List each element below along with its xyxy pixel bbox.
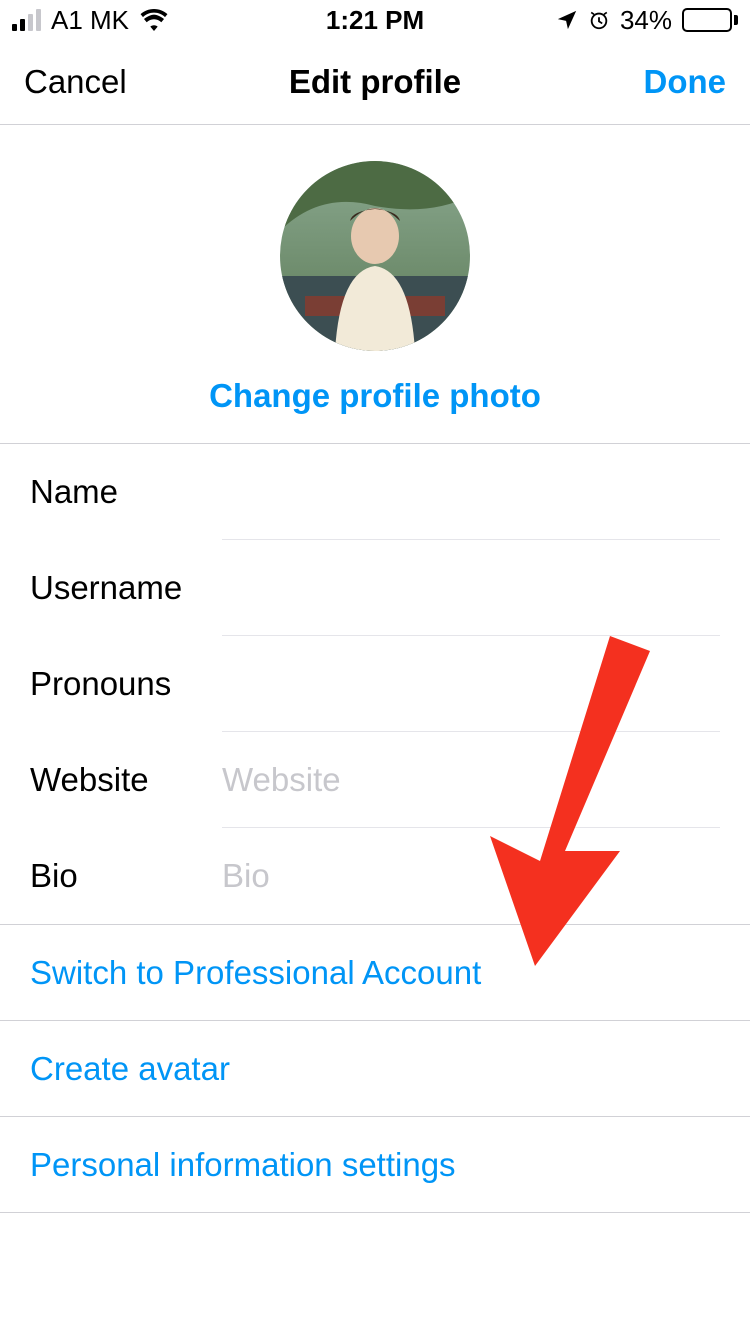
- name-label: Name: [30, 473, 222, 511]
- status-right: 34%: [556, 5, 738, 36]
- nav-bar: Cancel Edit profile Done: [0, 40, 750, 125]
- carrier-label: A1 MK: [51, 5, 129, 36]
- photo-section: Change profile photo: [0, 125, 750, 444]
- signal-strength-icon: [12, 9, 41, 31]
- location-icon: [556, 9, 578, 31]
- name-row: Name: [0, 444, 750, 540]
- status-time: 1:21 PM: [326, 5, 424, 36]
- done-button[interactable]: Done: [606, 63, 726, 101]
- battery-icon: [682, 8, 738, 32]
- name-input[interactable]: [222, 473, 720, 511]
- bio-input[interactable]: [222, 857, 720, 895]
- form-section: Name Username Pronouns Website Bio: [0, 444, 750, 925]
- username-label: Username: [30, 569, 222, 607]
- create-avatar-link[interactable]: Create avatar: [0, 1021, 750, 1117]
- wifi-icon: [139, 9, 169, 31]
- username-row: Username: [0, 540, 750, 636]
- battery-percent: 34%: [620, 5, 672, 36]
- page-title: Edit profile: [289, 63, 461, 101]
- status-bar: A1 MK 1:21 PM 34%: [0, 0, 750, 40]
- bio-row: Bio: [0, 828, 750, 924]
- bio-label: Bio: [30, 857, 222, 895]
- website-label: Website: [30, 761, 222, 799]
- website-input[interactable]: [222, 761, 720, 799]
- alarm-icon: [588, 9, 610, 31]
- status-left: A1 MK: [12, 5, 169, 36]
- pronouns-row: Pronouns: [0, 636, 750, 732]
- switch-professional-account-link[interactable]: Switch to Professional Account: [0, 925, 750, 1021]
- website-row: Website: [0, 732, 750, 828]
- pronouns-input[interactable]: [222, 665, 720, 703]
- pronouns-label: Pronouns: [30, 665, 222, 703]
- profile-photo[interactable]: [280, 161, 470, 351]
- change-photo-button[interactable]: Change profile photo: [209, 377, 541, 415]
- personal-info-settings-link[interactable]: Personal information settings: [0, 1117, 750, 1213]
- cancel-button[interactable]: Cancel: [24, 63, 144, 101]
- username-input[interactable]: [222, 569, 720, 607]
- links-section: Switch to Professional Account Create av…: [0, 925, 750, 1213]
